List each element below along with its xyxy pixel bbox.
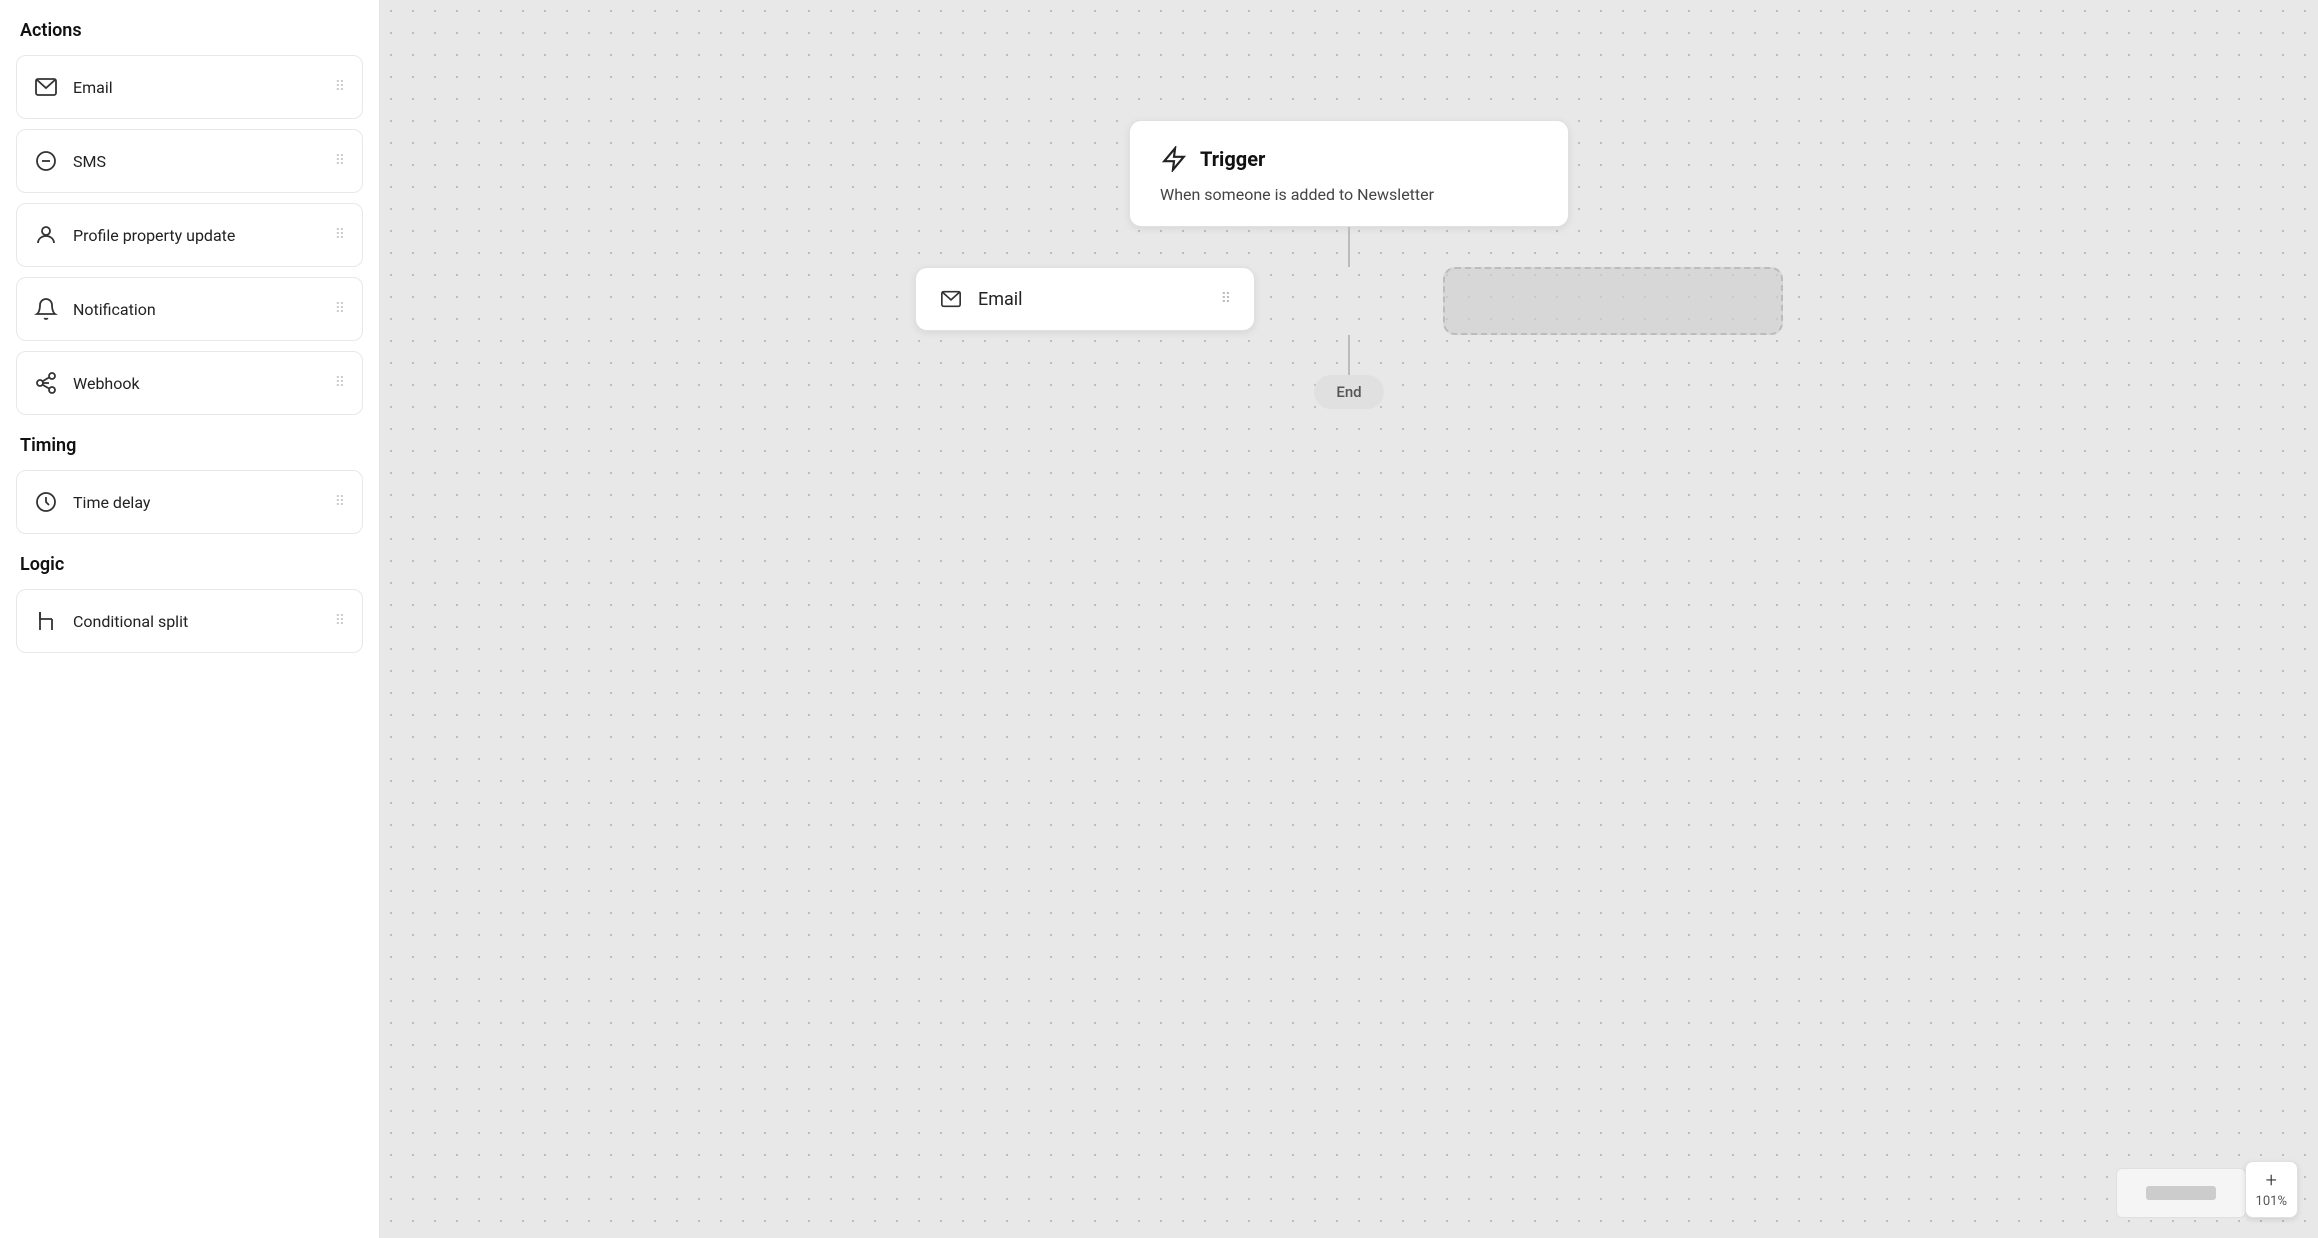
- sms-label: SMS: [73, 152, 106, 171]
- email-icon: [33, 74, 59, 100]
- email-row: Email ⠿: [915, 267, 1783, 335]
- split-icon: [33, 608, 59, 634]
- email-node-icon: [938, 286, 964, 312]
- notification-icon: [33, 296, 59, 322]
- notification-drag-handle[interactable]: ⠿: [335, 301, 346, 317]
- sidebar-item-email[interactable]: Email ⠿: [16, 55, 363, 119]
- timing-section-title: Timing: [16, 435, 363, 456]
- profile-icon: [33, 222, 59, 248]
- conditional-split-label: Conditional split: [73, 612, 188, 631]
- connector-2: [1348, 335, 1350, 375]
- sms-icon: [33, 148, 59, 174]
- sidebar-item-time-delay[interactable]: Time delay ⠿: [16, 470, 363, 534]
- time-delay-drag-handle[interactable]: ⠿: [335, 494, 346, 510]
- sidebar-item-sms[interactable]: SMS ⠿: [16, 129, 363, 193]
- actions-section-title: Actions: [16, 20, 363, 41]
- profile-property-update-label: Profile property update: [73, 226, 235, 245]
- zoom-controls: + 101%: [2245, 1161, 2298, 1218]
- zoom-level-display: 101%: [2256, 1194, 2287, 1209]
- workflow-canvas[interactable]: Trigger When someone is added to Newslet…: [380, 0, 2318, 1238]
- trigger-title: Trigger: [1200, 147, 1265, 171]
- connector-1: [1348, 227, 1350, 267]
- profile-property-drag-handle[interactable]: ⠿: [335, 227, 346, 243]
- trigger-node[interactable]: Trigger When someone is added to Newslet…: [1129, 120, 1569, 227]
- zoom-in-button[interactable]: +: [2266, 1170, 2277, 1190]
- email-drag-handle[interactable]: ⠿: [335, 79, 346, 95]
- sidebar-item-conditional-split[interactable]: Conditional split ⠿: [16, 589, 363, 653]
- minimap: [2116, 1168, 2246, 1218]
- minimap-viewport: [2146, 1186, 2216, 1200]
- ghost-node: [1443, 267, 1783, 335]
- trigger-description: When someone is added to Newsletter: [1158, 185, 1540, 204]
- workflow-nodes: Trigger When someone is added to Newslet…: [915, 120, 1783, 409]
- conditional-split-drag-handle[interactable]: ⠿: [335, 613, 346, 629]
- time-delay-label: Time delay: [73, 493, 150, 512]
- webhook-icon: [33, 370, 59, 396]
- end-node: End: [1314, 375, 1383, 409]
- sidebar-item-webhook[interactable]: Webhook ⠿: [16, 351, 363, 415]
- notification-label: Notification: [73, 300, 156, 319]
- clock-icon: [33, 489, 59, 515]
- email-action-node[interactable]: Email ⠿: [915, 267, 1255, 331]
- sidebar: Actions Email ⠿ SMS ⠿: [0, 0, 380, 1238]
- logic-section-title: Logic: [16, 554, 363, 575]
- sidebar-item-profile-property-update[interactable]: Profile property update ⠿: [16, 203, 363, 267]
- sidebar-item-notification[interactable]: Notification ⠿: [16, 277, 363, 341]
- webhook-drag-handle[interactable]: ⠿: [335, 375, 346, 391]
- email-label: Email: [73, 78, 113, 97]
- webhook-label: Webhook: [73, 374, 140, 393]
- email-node-drag-handle[interactable]: ⠿: [1221, 291, 1232, 307]
- sms-drag-handle[interactable]: ⠿: [335, 153, 346, 169]
- email-node-label: Email: [978, 289, 1023, 310]
- trigger-icon: [1158, 143, 1190, 175]
